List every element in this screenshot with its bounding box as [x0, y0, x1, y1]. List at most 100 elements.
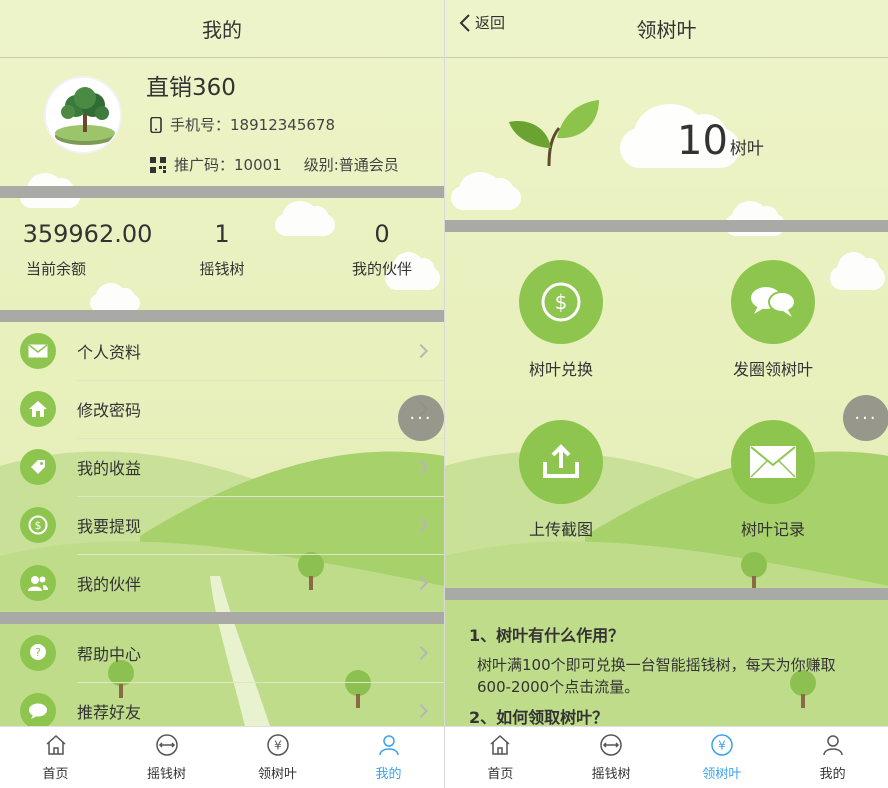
tab-label: 摇钱树	[146, 767, 186, 782]
tab-label: 我的	[375, 767, 402, 782]
chevron-left-icon	[459, 13, 470, 32]
menu-item-partners[interactable]: 我的伙伴	[0, 554, 444, 612]
tab-label: 我的	[819, 767, 846, 782]
leaf-count: 10 树叶	[677, 118, 764, 164]
feature-label: 上传截图	[528, 520, 593, 539]
money-tree-tab-icon	[155, 734, 178, 756]
tab-get-leaves[interactable]: ¥ 领树叶	[222, 727, 333, 788]
leaf-exchange-button[interactable]: $ 树叶兑换	[491, 260, 631, 380]
feature-label: 树叶记录	[740, 520, 805, 539]
svg-text:¥: ¥	[274, 739, 282, 753]
back-button[interactable]: 返回	[459, 12, 505, 33]
money-tree-value: 1	[214, 220, 230, 248]
chevron-right-icon	[413, 645, 429, 661]
tab-money-tree[interactable]: 摇钱树	[111, 727, 222, 788]
menu-label: 个人资料	[77, 343, 142, 362]
phone-row: 手机号：18912345678	[150, 114, 335, 135]
menu-label: 我的伙伴	[77, 575, 142, 594]
balance-value: 359962.00	[22, 220, 153, 248]
yen-icon: ¥	[711, 734, 733, 756]
help-icon: ?	[20, 635, 56, 671]
chevron-right-icon	[413, 703, 429, 719]
tab-label: 领树叶	[257, 767, 297, 782]
promo-row: 推广码：10001 级别:普通会员	[150, 154, 399, 175]
get-leaves-screen: 返回 领树叶 10 树叶 $ 树叶兑换 发圈领树叶 上传截图 树叶记录 ··· …	[444, 0, 888, 788]
chevron-right-icon	[413, 459, 429, 475]
menu-item-change-password[interactable]: 修改密码	[0, 380, 444, 438]
money-tree-stat[interactable]: 1 摇钱树	[172, 220, 272, 279]
svg-text:$: $	[35, 519, 42, 532]
dollar-icon: $	[519, 260, 603, 344]
promo-value: 10001	[234, 156, 282, 174]
phone-value: 18912345678	[230, 116, 335, 134]
chat-bubbles-icon	[731, 260, 815, 344]
phone-label: 手机号：	[170, 116, 231, 134]
more-options-button[interactable]: ···	[398, 395, 444, 441]
money-tree-label: 摇钱树	[199, 260, 245, 278]
chevron-right-icon	[413, 575, 429, 591]
faq-question: 1、树叶有什么作用？	[469, 626, 625, 645]
avatar[interactable]	[44, 76, 122, 154]
balance-stat[interactable]: 359962.00 当前余额	[20, 220, 155, 279]
menu-item-help-center[interactable]: ? 帮助中心	[0, 624, 444, 682]
upload-screenshot-button[interactable]: 上传截图	[491, 420, 631, 540]
menu-item-earnings[interactable]: 我的收益	[0, 438, 444, 496]
share-for-leaves-button[interactable]: 发圈领树叶	[703, 260, 843, 380]
home-icon	[20, 391, 56, 427]
partners-stat[interactable]: 0 我的伙伴	[332, 220, 432, 279]
chevron-right-icon	[413, 517, 429, 533]
menu-item-withdraw[interactable]: $ 我要提现	[0, 496, 444, 554]
page-header: 我的	[0, 0, 444, 58]
partners-label: 我的伙伴	[351, 260, 412, 278]
section-divider	[0, 186, 444, 198]
tab-label: 首页	[42, 767, 69, 782]
faq-answer: 树叶满100个即可兑换一台智能摇钱树，每天为你赚取600-2000个点击流量。	[477, 656, 836, 696]
chevron-right-icon	[413, 343, 429, 359]
tree-decoration	[741, 552, 767, 590]
section-divider	[445, 588, 888, 600]
tab-label: 首页	[487, 767, 514, 782]
more-options-button[interactable]: ···	[843, 395, 888, 441]
menu-label: 修改密码	[77, 401, 142, 420]
feature-label: 树叶兑换	[528, 360, 593, 379]
tab-label: 摇钱树	[591, 767, 631, 782]
svg-text:?: ?	[35, 646, 41, 659]
money-tree-tab-icon	[600, 734, 622, 756]
tag-icon	[20, 449, 56, 485]
chat-icon	[20, 693, 56, 729]
back-label: 返回	[475, 14, 506, 32]
menu-item-profile[interactable]: 个人资料	[0, 322, 444, 380]
partners-value: 0	[374, 220, 390, 248]
feature-label: 发圈领树叶	[732, 360, 813, 379]
tab-money-tree[interactable]: 摇钱树	[556, 727, 667, 788]
tab-my[interactable]: 我的	[333, 727, 444, 788]
leaf-records-button[interactable]: 树叶记录	[703, 420, 843, 540]
phone-icon	[150, 116, 162, 133]
leaf-banner	[445, 60, 888, 220]
section-divider	[0, 310, 444, 322]
bottom-tab-bar: 首页 摇钱树 ¥ 领树叶 我的	[445, 726, 888, 788]
menu-label: 我的收益	[77, 459, 142, 478]
tab-home[interactable]: 首页	[0, 727, 111, 788]
tab-my[interactable]: 我的	[777, 727, 888, 788]
home-tab-icon	[490, 734, 510, 755]
user-icon	[822, 735, 843, 756]
member-level: 级别:普通会员	[303, 156, 399, 174]
faq-section: 1、树叶有什么作用？ 树叶满100个即可兑换一台智能摇钱树，每天为你赚取600-…	[469, 622, 868, 736]
tab-get-leaves[interactable]: ¥ 领树叶	[667, 727, 778, 788]
section-divider	[445, 220, 888, 232]
menu-label: 我要提现	[77, 517, 142, 536]
menu-label: 推荐好友	[77, 703, 142, 722]
page-title: 我的	[202, 18, 242, 42]
people-icon	[20, 565, 56, 601]
mail-icon	[731, 420, 815, 504]
user-icon	[378, 735, 399, 756]
coin-icon: $	[20, 507, 56, 543]
promo-label: 推广码：	[174, 156, 235, 174]
tab-home[interactable]: 首页	[445, 727, 556, 788]
my-page-screen: 我的 直销360 手机号：18912345678 推广码：10001 级别:普通…	[0, 0, 444, 788]
home-tab-icon	[46, 734, 65, 755]
profile-name: 直销360	[146, 75, 236, 101]
bottom-tab-bar: 首页 摇钱树 ¥ 领树叶 我的	[0, 726, 444, 788]
leaf-count-value: 10	[677, 118, 728, 164]
